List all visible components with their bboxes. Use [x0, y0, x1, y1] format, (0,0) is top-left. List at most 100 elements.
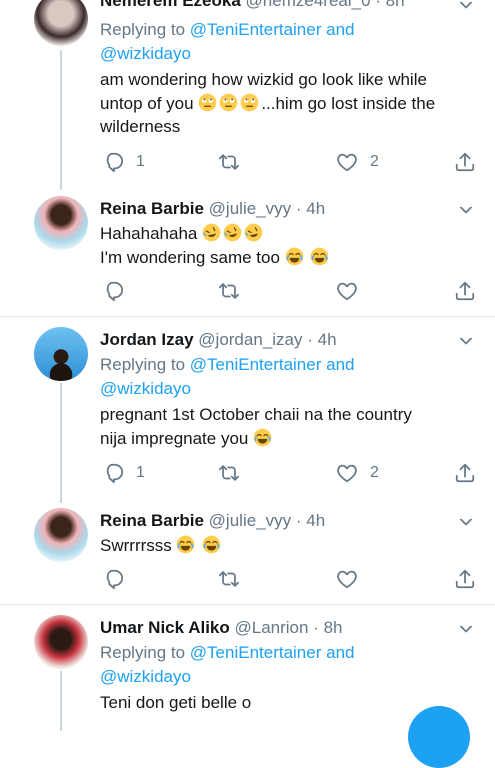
author-handle[interactable]: @nemze4real_0 — [246, 0, 371, 10]
reply-button[interactable]: 1 — [102, 151, 145, 173]
tweet-3[interactable]: Jordan Izay @jordan_izay · 4h Replying t… — [0, 317, 495, 503]
mention-link[interactable]: @TeniEntertainer — [190, 355, 322, 374]
author-name[interactable]: Jordan Izay — [100, 330, 194, 349]
replying-to: Replying to @TeniEntertainer and — [100, 20, 355, 39]
emoji-joy — [285, 247, 304, 266]
emoji-rolling-eyes — [198, 93, 217, 112]
emoji-rofl — [202, 223, 221, 242]
retweet-button[interactable] — [218, 568, 240, 590]
author-handle[interactable]: @jordan_izay — [198, 330, 302, 349]
reply-count: 1 — [136, 153, 145, 170]
mention-link[interactable]: @wizkidayo — [100, 44, 191, 63]
retweet-icon — [218, 462, 240, 484]
like-count: 2 — [370, 153, 379, 170]
chevron-down-icon[interactable] — [459, 334, 473, 348]
emoji-rolling-eyes — [240, 93, 259, 112]
avatar[interactable] — [34, 615, 88, 669]
author-handle[interactable]: @Lanrion — [234, 618, 308, 637]
retweet-icon — [218, 568, 240, 590]
like-icon — [336, 568, 358, 590]
retweet-icon — [218, 151, 240, 173]
tweet-header: Nemerem Ezeoka @nemze4real_0 · 8h — [100, 0, 455, 12]
tweet-header: Reina Barbie @julie_vyy · 4h — [100, 199, 326, 218]
reply-icon — [102, 280, 124, 302]
tweet-time[interactable]: 4h — [318, 330, 337, 349]
retweet-button[interactable] — [218, 151, 240, 173]
reply-button[interactable]: 1 — [102, 462, 145, 484]
thread-line — [60, 671, 62, 731]
like-count: 2 — [370, 464, 379, 481]
emoji-joy — [202, 535, 221, 554]
tweet-text: am wondering how wizkid go look like whi… — [100, 70, 436, 136]
retweet-icon — [218, 280, 240, 302]
emoji-joy — [176, 535, 195, 554]
author-name[interactable]: Umar Nick Aliko — [100, 618, 230, 637]
share-icon — [454, 568, 476, 590]
tweet-1[interactable]: Nemerem Ezeoka @nemze4real_0 · 8h Replyi… — [0, 0, 495, 190]
share-button[interactable] — [454, 568, 476, 590]
replying-to: Replying to @TeniEntertainer and — [100, 643, 355, 662]
thread-line — [60, 50, 62, 190]
tweet-time[interactable]: 8h — [324, 618, 343, 637]
tweet-time[interactable]: 8h — [386, 0, 405, 10]
author-name[interactable]: Reina Barbie — [100, 511, 204, 530]
avatar[interactable] — [34, 508, 88, 562]
tweet-time[interactable]: 4h — [306, 199, 325, 218]
mention-link[interactable]: @TeniEntertainer — [190, 20, 322, 39]
tweet-text: pregnant 1st October chaii na the countr… — [100, 405, 412, 448]
like-button[interactable] — [336, 280, 358, 302]
like-button[interactable]: 2 — [336, 462, 379, 484]
author-handle[interactable]: @julie_vyy — [209, 511, 291, 530]
like-button[interactable] — [336, 568, 358, 590]
avatar[interactable] — [34, 327, 88, 381]
reply-count: 1 — [136, 464, 145, 481]
reply-icon — [102, 151, 124, 173]
tweet-time[interactable]: 4h — [306, 511, 325, 530]
reply-icon — [102, 568, 124, 590]
compose-tweet-button[interactable] — [408, 706, 470, 768]
avatar[interactable] — [34, 196, 88, 250]
share-icon — [454, 280, 476, 302]
chevron-down-icon[interactable] — [459, 203, 473, 217]
like-icon — [336, 462, 358, 484]
chevron-down-icon[interactable] — [459, 622, 473, 636]
retweet-button[interactable] — [218, 280, 240, 302]
emoji-rofl — [223, 223, 242, 242]
tweet-header: Jordan Izay @jordan_izay · 4h — [100, 330, 337, 349]
mention-link[interactable]: @TeniEntertainer — [190, 643, 322, 662]
mention-link[interactable]: @wizkidayo — [100, 667, 191, 686]
emoji-joy — [253, 428, 272, 447]
author-handle[interactable]: @julie_vyy — [209, 199, 291, 218]
tweet-5[interactable]: Umar Nick Aliko @Lanrion · 8h Replying t… — [0, 605, 495, 731]
like-button[interactable]: 2 — [336, 151, 379, 173]
tweet-header: Umar Nick Aliko @Lanrion · 8h — [100, 618, 343, 637]
share-button[interactable] — [454, 462, 476, 484]
tweet-4[interactable]: Reina Barbie @julie_vyy · 4h Swrrrrsss — [0, 498, 495, 604]
tweet-text: Hahahahaha I'm wondering same too — [100, 222, 455, 269]
mention-link[interactable]: @wizkidayo — [100, 379, 191, 398]
tweet-2[interactable]: Reina Barbie @julie_vyy · 4h Hahahahaha … — [0, 186, 495, 316]
emoji-rolling-eyes — [219, 93, 238, 112]
avatar[interactable] — [34, 0, 88, 46]
replying-to: Replying to @TeniEntertainer and — [100, 355, 355, 374]
chevron-down-icon[interactable] — [459, 0, 473, 12]
author-name[interactable]: Nemerem Ezeoka — [100, 0, 241, 10]
like-icon — [336, 151, 358, 173]
emoji-joy — [310, 247, 329, 266]
chevron-down-icon[interactable] — [459, 515, 473, 529]
reply-icon — [102, 462, 124, 484]
share-icon — [454, 462, 476, 484]
thread-line — [60, 383, 62, 503]
reply-button[interactable] — [102, 568, 124, 590]
emoji-rofl — [244, 223, 263, 242]
retweet-button[interactable] — [218, 462, 240, 484]
share-icon — [454, 151, 476, 173]
share-button[interactable] — [454, 280, 476, 302]
tweet-text: Teni don geti belle o — [100, 693, 252, 712]
author-name[interactable]: Reina Barbie — [100, 199, 204, 218]
like-icon — [336, 280, 358, 302]
tweet-header: Reina Barbie @julie_vyy · 4h — [100, 511, 326, 530]
tweet-text: Swrrrrsss — [100, 534, 455, 558]
share-button[interactable] — [454, 151, 476, 173]
reply-button[interactable] — [102, 280, 124, 302]
